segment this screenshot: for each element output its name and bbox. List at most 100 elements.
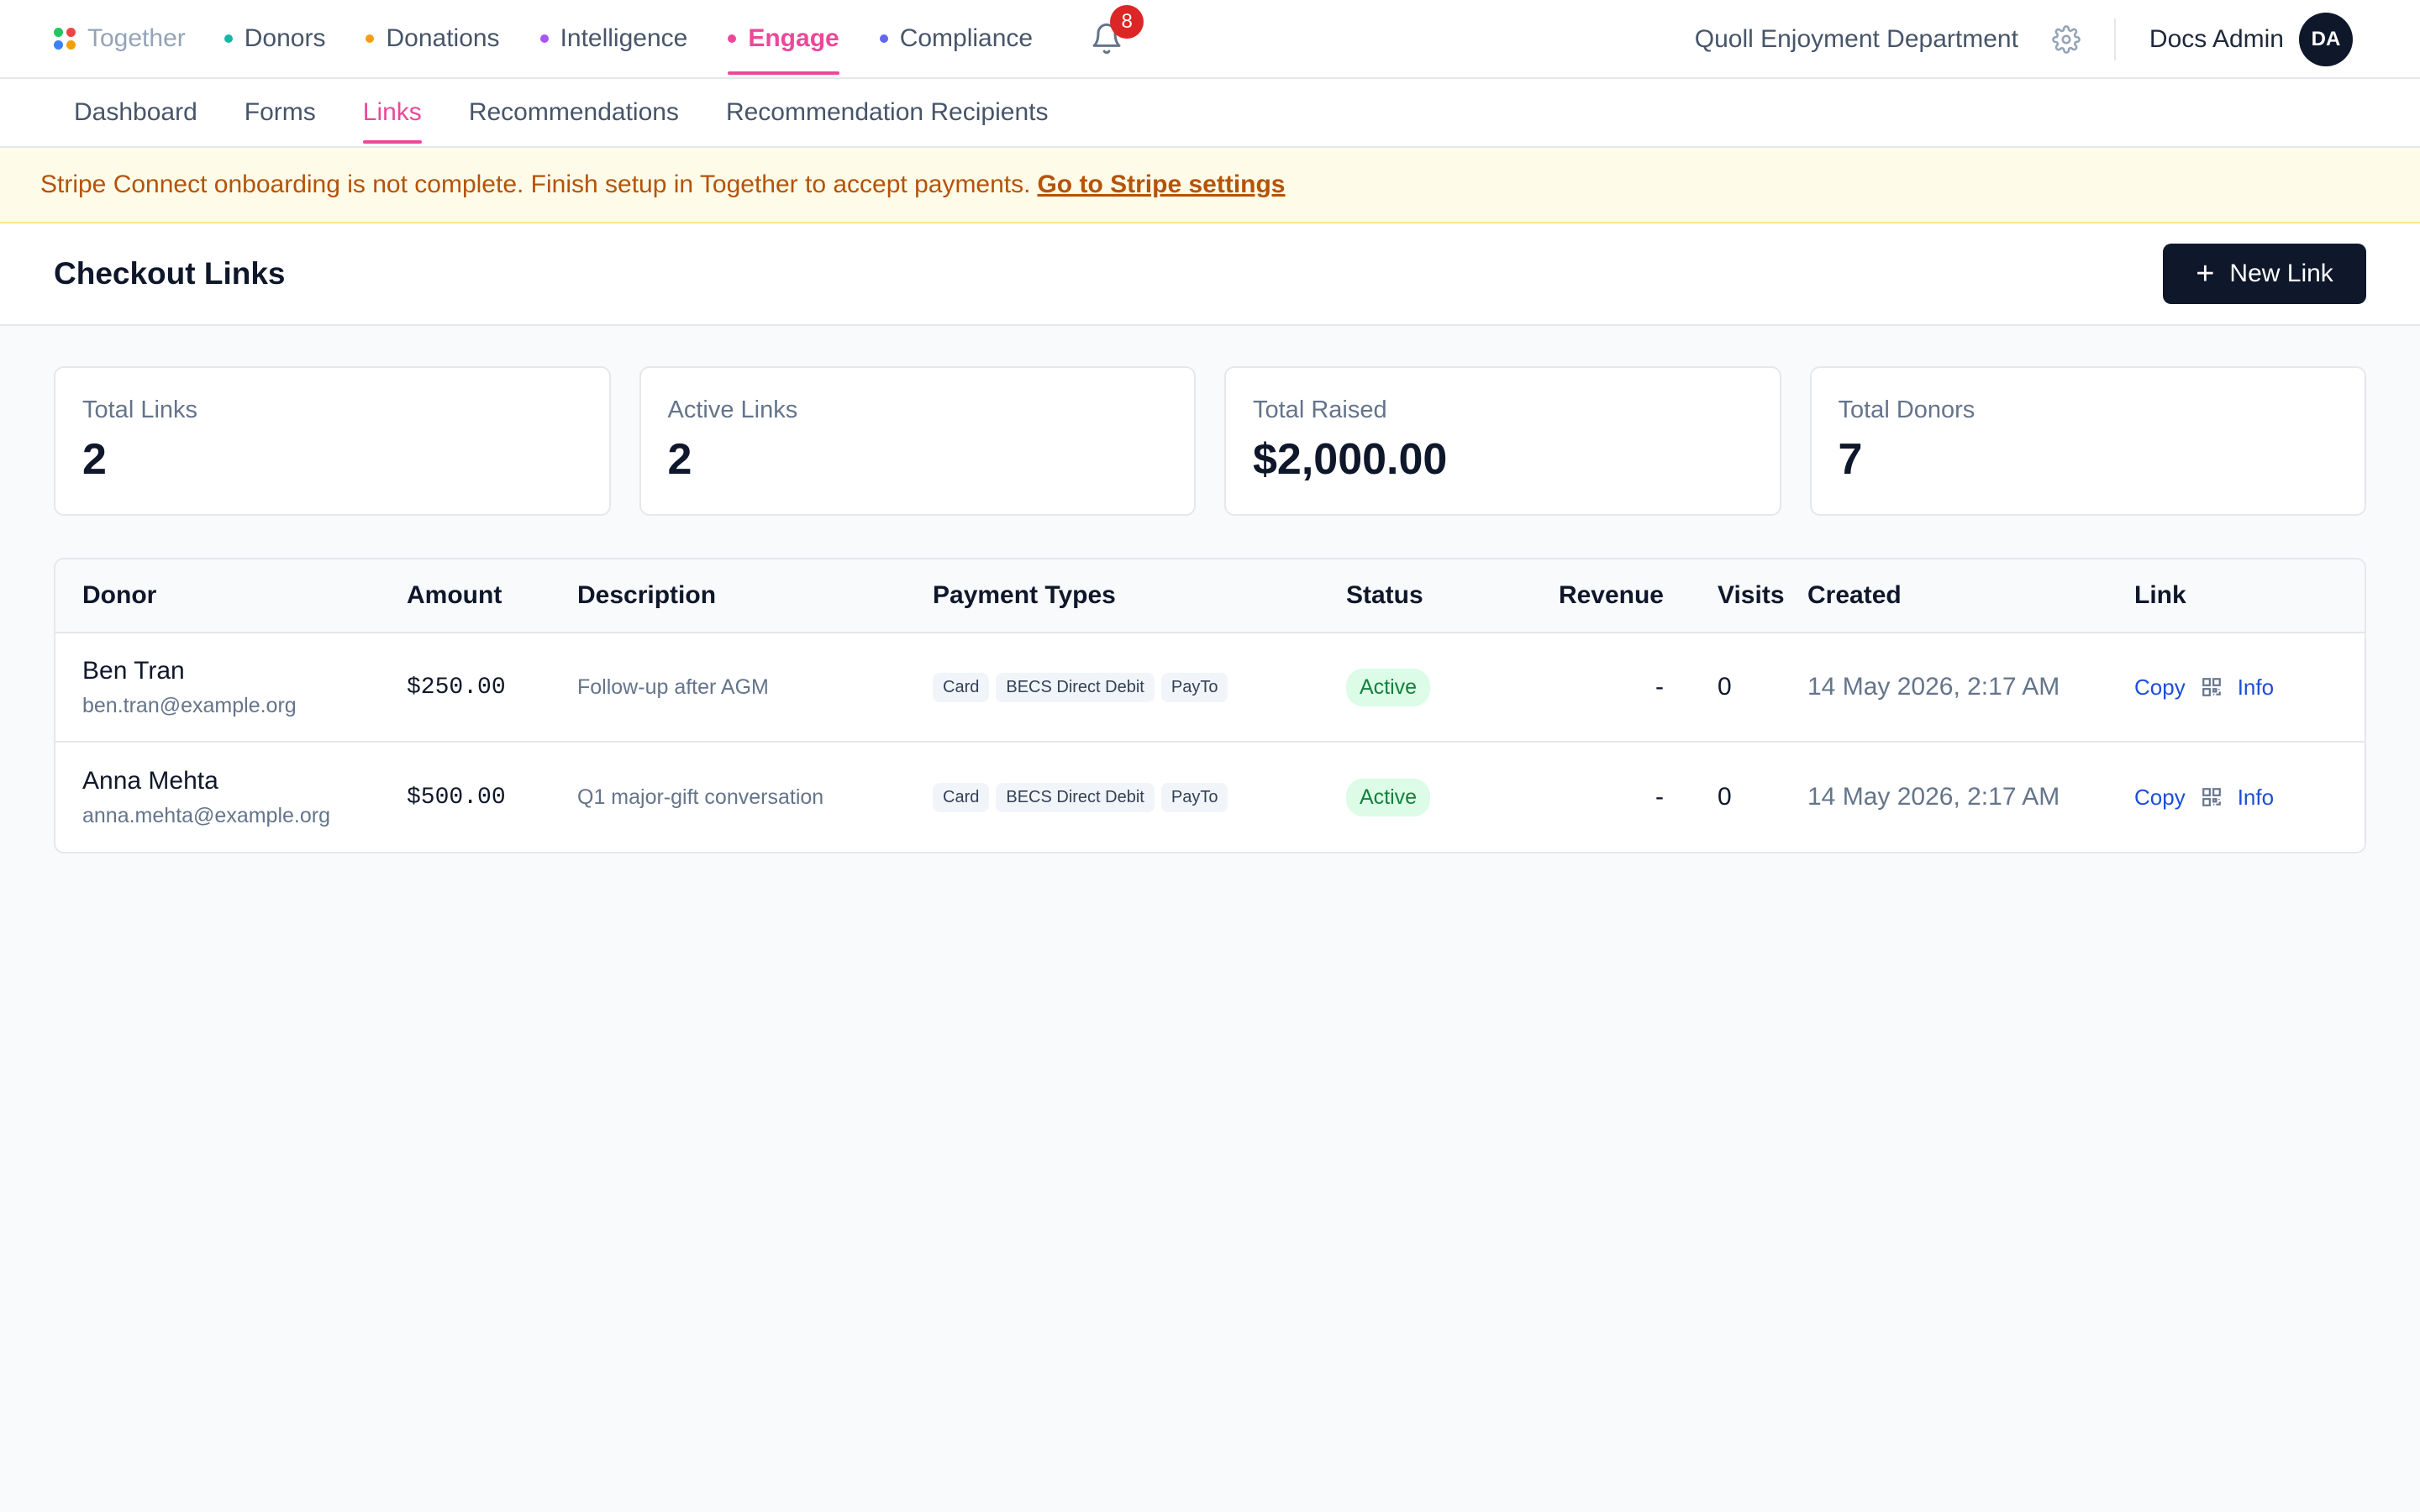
qr-code-icon[interactable]	[2201, 786, 2223, 808]
info-link-button[interactable]: Info	[2238, 785, 2274, 811]
user-name[interactable]: Docs Admin	[2149, 25, 2284, 54]
tab-links[interactable]: Links	[362, 78, 422, 147]
dot-icon	[879, 34, 888, 43]
gear-icon[interactable]	[2052, 25, 2081, 54]
nav-item-intelligence[interactable]: Intelligence	[539, 0, 687, 78]
created-cell: 14 May 2026, 2:17 AM	[1807, 673, 2060, 701]
nav-item-label: Donors	[244, 24, 326, 52]
status-cell: Active	[1346, 668, 1526, 706]
notifications-button[interactable]: 8	[1090, 5, 1144, 55]
nav-item-donors[interactable]: Donors	[224, 0, 326, 78]
donor-email: anna.mehta@example.org	[82, 803, 330, 827]
payment-types-cell: Card BECS Direct Debit PayTo	[933, 782, 1346, 812]
visits-cell: 0	[1718, 673, 1732, 701]
donor-cell: Ben Tran ben.tran@example.org	[55, 657, 407, 718]
status-badge: Active	[1346, 668, 1431, 706]
stat-value: 7	[1838, 435, 1863, 484]
dot-icon	[728, 34, 737, 43]
donor-email: ben.tran@example.org	[82, 693, 297, 717]
status-badge: Active	[1346, 778, 1431, 816]
stat-label: Total Donors	[1838, 396, 1975, 423]
qr-code-icon[interactable]	[2201, 676, 2223, 698]
brand[interactable]: Together	[54, 24, 186, 53]
nav-item-donations[interactable]: Donations	[366, 0, 500, 78]
nav-item-compliance[interactable]: Compliance	[879, 0, 1034, 78]
description-cell: Q1 major-gift conversation	[577, 785, 824, 809]
dot-icon	[366, 34, 375, 43]
column-header-revenue: Revenue	[1558, 581, 1664, 609]
dot-icon	[224, 34, 233, 43]
page-title: Checkout Links	[54, 256, 286, 291]
stripe-settings-link[interactable]: Go to Stripe settings	[1037, 171, 1285, 199]
stat-card-active-links: Active Links 2	[639, 366, 1196, 516]
column-header-link: Link	[2134, 581, 2186, 609]
stats-row: Total Links 2 Active Links 2 Total Raise…	[0, 326, 2420, 516]
nav-item-label: Compliance	[899, 24, 1034, 52]
copy-link-button[interactable]: Copy	[2134, 675, 2186, 701]
nav-item-label: Engage	[748, 24, 839, 52]
amount-cell: $500.00	[407, 784, 506, 811]
new-link-button[interactable]: + New Link	[2163, 244, 2366, 304]
payment-type-pill: PayTo	[1160, 672, 1228, 702]
tab-forms[interactable]: Forms	[245, 78, 316, 147]
brand-logo-icon	[54, 28, 76, 50]
payment-types-cell: Card BECS Direct Debit PayTo	[933, 672, 1346, 702]
stat-label: Total Raised	[1253, 396, 1387, 423]
org-switcher[interactable]: Quoll Enjoyment Department	[1695, 25, 2018, 54]
dot-icon	[539, 34, 549, 43]
tab-recommendations[interactable]: Recommendations	[469, 78, 679, 147]
new-link-label: New Link	[2229, 260, 2333, 287]
table-header: Donor Amount Description Payment Types S…	[55, 559, 2365, 633]
stat-card-total-links: Total Links 2	[54, 366, 611, 516]
stripe-warning-banner: Stripe Connect onboarding is not complet…	[0, 148, 2420, 223]
logo-dot	[66, 40, 76, 50]
table-row: Anna Mehta anna.mehta@example.org $500.0…	[55, 743, 2365, 852]
plus-icon: +	[2196, 256, 2215, 291]
info-link-button[interactable]: Info	[2238, 675, 2274, 701]
payment-type-pill: BECS Direct Debit	[996, 672, 1155, 702]
logo-dot	[54, 28, 63, 37]
column-header-payment-types: Payment Types	[933, 581, 1116, 609]
logo-dot	[54, 40, 63, 50]
table-row: Ben Tran ben.tran@example.org $250.00 Fo…	[55, 633, 2365, 743]
stat-value: 2	[82, 435, 107, 484]
description-cell: Follow-up after AGM	[577, 675, 769, 699]
tab-recommendation-recipients[interactable]: Recommendation Recipients	[726, 78, 1049, 147]
tab-dashboard[interactable]: Dashboard	[74, 78, 197, 147]
checkout-links-table: Donor Amount Description Payment Types S…	[54, 558, 2366, 853]
logo-dot	[66, 28, 76, 37]
amount-cell: $250.00	[407, 674, 506, 701]
payment-type-pill: Card	[933, 782, 990, 812]
column-header-created: Created	[1807, 581, 1902, 609]
column-header-description: Description	[577, 581, 717, 609]
payment-type-pill: Card	[933, 672, 990, 702]
notification-count-badge: 8	[1110, 5, 1144, 39]
link-cell: Copy Info	[2134, 785, 2365, 811]
revenue-cell: -	[1655, 673, 1664, 701]
stat-label: Active Links	[667, 396, 798, 423]
divider	[2113, 18, 2116, 60]
banner-message: Stripe Connect onboarding is not complet…	[40, 171, 1031, 198]
status-cell: Active	[1346, 778, 1526, 816]
brand-name: Together	[87, 24, 186, 52]
column-header-visits: Visits	[1718, 581, 1785, 609]
created-cell: 14 May 2026, 2:17 AM	[1807, 783, 2060, 811]
column-header-donor: Donor	[82, 581, 157, 609]
payment-type-pill: BECS Direct Debit	[996, 782, 1155, 812]
visits-cell: 0	[1718, 783, 1732, 811]
link-cell: Copy Info	[2134, 675, 2365, 701]
sub-nav: Dashboard Forms Links Recommendations Re…	[0, 79, 2420, 148]
payment-type-pill: PayTo	[1160, 782, 1228, 812]
stat-label: Total Links	[82, 396, 198, 423]
nav-item-engage[interactable]: Engage	[728, 0, 840, 78]
copy-link-button[interactable]: Copy	[2134, 785, 2186, 811]
column-header-amount: Amount	[407, 581, 502, 609]
donor-cell: Anna Mehta anna.mehta@example.org	[55, 767, 407, 828]
stat-card-total-donors: Total Donors 7	[1809, 366, 2366, 516]
stat-value: $2,000.00	[1253, 435, 1448, 484]
nav-item-label: Donations	[386, 24, 500, 52]
revenue-cell: -	[1655, 783, 1664, 811]
avatar[interactable]: DA	[2299, 13, 2353, 66]
top-nav: Together Donors Donations Intelligence E…	[0, 0, 2420, 79]
donor-name: Ben Tran	[82, 656, 185, 685]
